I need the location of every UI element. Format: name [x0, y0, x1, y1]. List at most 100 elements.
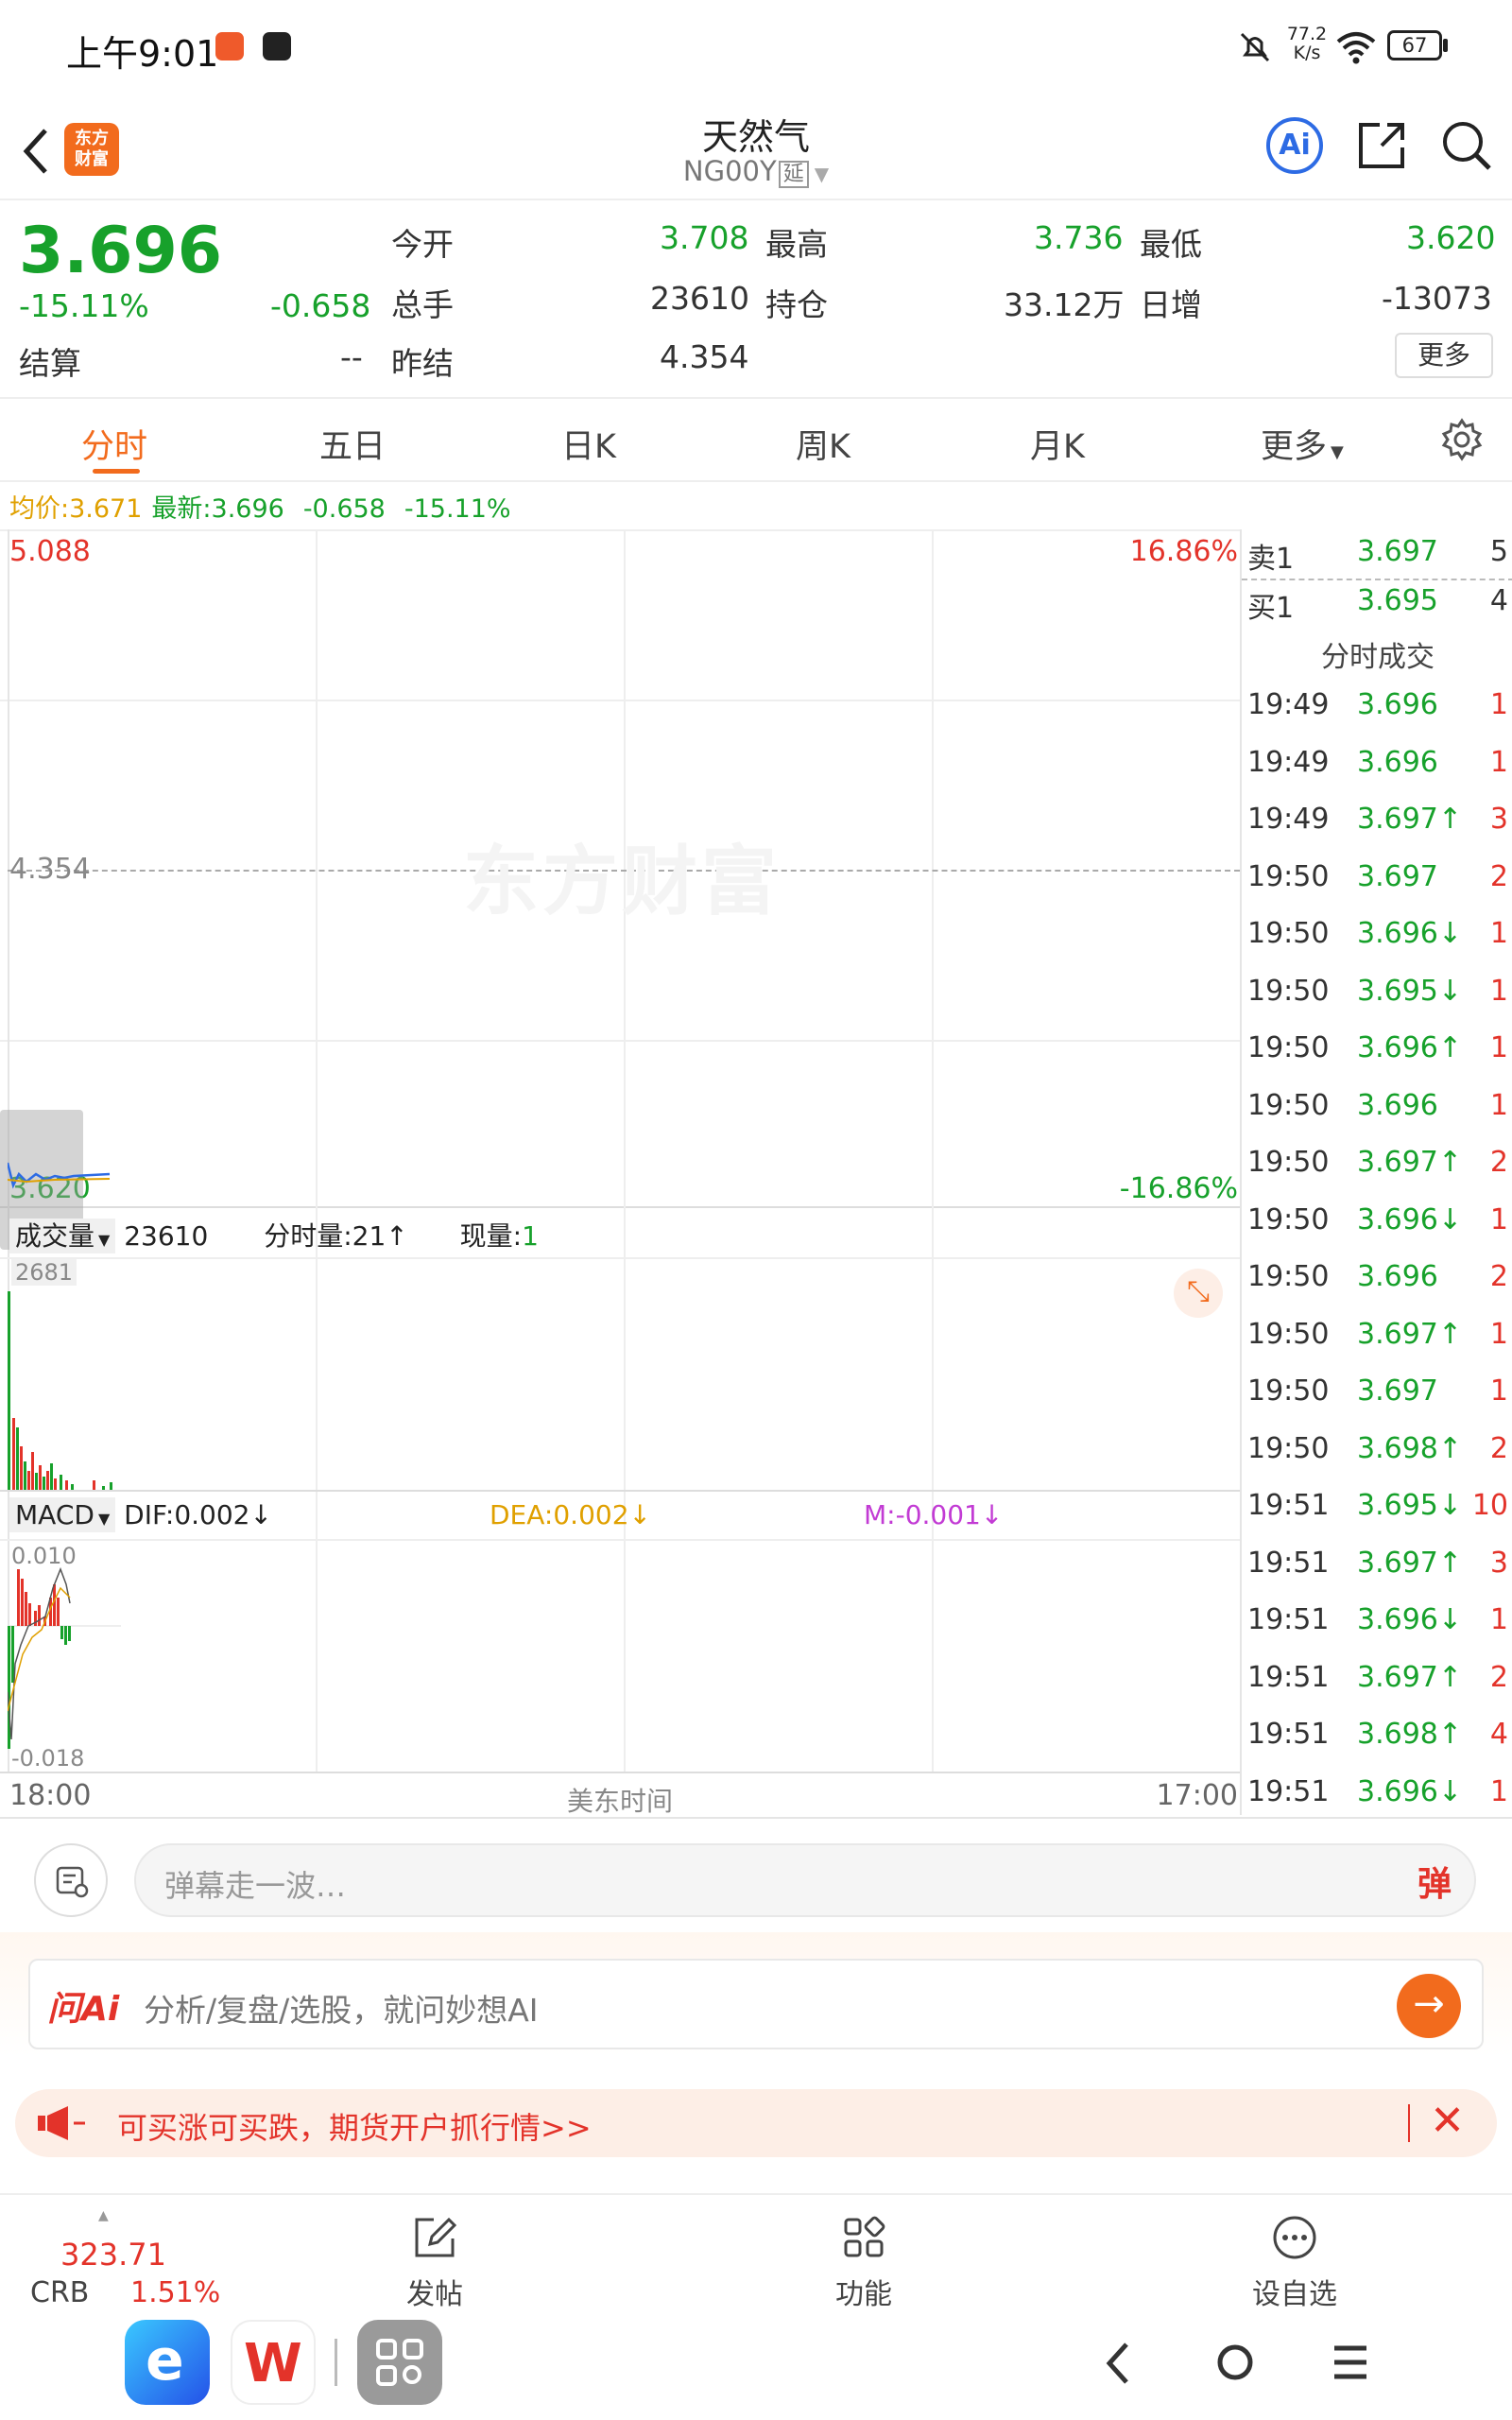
tick-row: 19:49 3.696 1	[1242, 688, 1512, 745]
promo-text: 可买涨可买跌，期货开户抓行情>>	[117, 2110, 592, 2146]
tick-time: 19:51	[1247, 1603, 1330, 1636]
bid-price: 3.695	[1357, 584, 1438, 617]
edit-icon	[415, 2217, 457, 2257]
settle-value: --	[340, 338, 363, 375]
ticks-list[interactable]: 19:49 3.696 1 19:49 3.696 1 19:49 3.697↑ 3 19:50 3…	[1242, 688, 1512, 1808]
tick-volume: 1	[1489, 1088, 1508, 1122]
tick-volume: 1	[1489, 1031, 1508, 1064]
tick-price: 3.697↑	[1357, 1146, 1463, 1179]
wifi-icon	[1336, 32, 1376, 64]
tick-row: 19:50 3.696↓ 1	[1242, 917, 1512, 974]
tick-time: 19:51	[1247, 1774, 1330, 1808]
tab-intraday[interactable]: 分时	[81, 420, 147, 468]
function-label: 功能	[835, 2278, 892, 2311]
tick-row: 19:51 3.697↑ 3	[1242, 1547, 1512, 1603]
mute-bell-icon	[1240, 32, 1270, 62]
tick-volume: 1	[1489, 1603, 1508, 1636]
status-time: 上午9:01	[66, 33, 219, 75]
danmaku-placeholder: 弹幕走一波…	[164, 1868, 347, 1904]
tick-time: 19:50	[1247, 1031, 1330, 1064]
intraday-chart[interactable]: 东方财富 5.088 16.86% 4.354 3.620 -16.86% 成交…	[0, 529, 1240, 1817]
volume-bars	[8, 1291, 112, 1490]
period-tabs: 分时 五日 日K 周K 月K 更多 ▼	[0, 399, 1512, 480]
tick-row: 19:50 3.696 1	[1242, 1089, 1512, 1146]
tick-time: 19:50	[1247, 859, 1330, 893]
close-icon[interactable]: ✕	[1430, 2097, 1465, 2145]
tab-monthly-k[interactable]: 月K	[1030, 420, 1085, 468]
settle-label: 结算	[19, 345, 81, 382]
contract-code-text: NG00Y	[682, 155, 777, 187]
crb-pct: 1.51%	[130, 2276, 221, 2309]
tab-weekly-k[interactable]: 周K	[796, 420, 850, 468]
add-watchlist-button[interactable]: 设自选	[1238, 2214, 1351, 2318]
tick-time: 19:51	[1247, 1546, 1330, 1580]
ai-button[interactable]: Ai	[1266, 117, 1323, 174]
latest-change-pct: -15.11%	[404, 494, 511, 524]
tick-price: 3.696↓	[1357, 1774, 1463, 1808]
share-icon[interactable]	[1353, 117, 1410, 174]
macd-label: MACD	[15, 1499, 94, 1530]
browser-app-icon[interactable]: e	[125, 2320, 210, 2405]
nav-home-icon[interactable]	[1211, 2339, 1259, 2386]
x-axis-timezone: 美东时间	[567, 1786, 674, 1817]
promo-divider	[1408, 2104, 1410, 2142]
danmaku-send-button[interactable]: 弹	[1418, 1857, 1452, 1906]
ask-price: 3.697	[1357, 535, 1438, 568]
more-button[interactable]: 更多	[1395, 333, 1493, 378]
volume-header: 成交量 ▼ 23610 分时量:21↑ 现量:1	[9, 1216, 539, 1253]
tick-price: 3.695↓	[1357, 1489, 1463, 1522]
macd-selector[interactable]: MACD ▼	[9, 1497, 116, 1532]
net-speed: 77.2 K/s	[1283, 25, 1331, 62]
y-axis-top: 5.088	[9, 535, 91, 568]
crb-index[interactable]: ▲ 323.71 CRB 1.51%	[19, 2208, 246, 2312]
tick-time: 19:49	[1247, 803, 1330, 836]
wps-app-icon[interactable]: W	[231, 2320, 316, 2405]
macd-histogram	[8, 1566, 121, 1749]
tab-five-day[interactable]: 五日	[319, 420, 386, 468]
tick-volume: 1	[1489, 745, 1508, 779]
wps-w-glyph: W	[244, 2333, 302, 2394]
settings-gear-icon[interactable]	[1440, 418, 1484, 461]
grid-line	[0, 700, 1240, 701]
macd-m: M:-0.001↓	[864, 1499, 1004, 1530]
grid-line	[0, 529, 1240, 531]
tick-row: 19:50 3.696 2	[1242, 1260, 1512, 1317]
tab-daily-k[interactable]: 日K	[561, 420, 616, 468]
grid-line	[0, 1206, 1240, 1208]
grid-line	[932, 529, 934, 1773]
ask-volume: 5	[1489, 535, 1508, 568]
volume-selector[interactable]: 成交量 ▼	[9, 1219, 116, 1253]
change-amount: -0.658	[270, 287, 371, 324]
daily-increase-value: -13073	[1382, 280, 1492, 317]
ai-button-label: Ai	[1279, 129, 1311, 162]
tick-volume: 10	[1471, 1489, 1508, 1522]
tick-volume: 3	[1489, 803, 1508, 836]
tick-row: 19:51 3.695↓ 10	[1242, 1489, 1512, 1546]
x-axis-start: 18:00	[9, 1779, 92, 1812]
expand-button[interactable]: ⤡	[1174, 1269, 1223, 1318]
search-icon[interactable]	[1438, 117, 1495, 174]
x-axis-end: 17:00	[1156, 1779, 1238, 1812]
nav-menu-icon[interactable]	[1327, 2341, 1374, 2384]
ai-ask-box[interactable]: 问Ai 分析/复盘/选股，就问妙想AI →	[28, 1959, 1484, 2049]
tab-more[interactable]: 更多 ▼	[1261, 420, 1344, 468]
danmaku-input[interactable]: 弹幕走一波… 弹	[134, 1843, 1476, 1917]
danmaku-icon-button[interactable]	[34, 1843, 108, 1917]
book-dashed-divider	[1242, 579, 1512, 580]
tick-time: 19:49	[1247, 745, 1330, 779]
latest-change: -0.658	[302, 494, 386, 524]
tab-active-indicator	[93, 469, 140, 474]
nav-back-icon[interactable]	[1100, 2337, 1138, 2390]
quote-panel: 3.696 -15.11% -0.658 结算 -- 今开 3.708 最高 3…	[0, 200, 1512, 397]
ai-submit-arrow-icon[interactable]: →	[1397, 1974, 1461, 2038]
caret-down-icon: ▼	[98, 1231, 111, 1249]
tab-more-label: 更多	[1261, 428, 1328, 466]
dock-divider	[335, 2339, 337, 2386]
post-button[interactable]: 发帖	[378, 2214, 491, 2318]
tick-price: 3.696↓	[1357, 1603, 1463, 1636]
promo-banner[interactable]: 可买涨可买跌，期货开户抓行情>> ✕	[15, 2089, 1497, 2157]
function-button[interactable]: 功能	[807, 2214, 920, 2318]
app-drawer-icon[interactable]	[357, 2320, 442, 2405]
crb-label: CRB	[30, 2276, 90, 2309]
daily-increase-label: 日增	[1140, 286, 1202, 323]
